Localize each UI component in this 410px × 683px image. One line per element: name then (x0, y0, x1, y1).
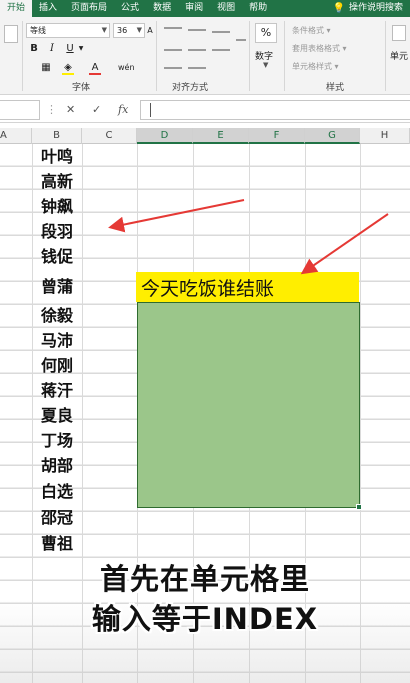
align-top-icon[interactable] (164, 27, 182, 29)
fill-color-icon[interactable]: ◈ (62, 61, 74, 75)
italic-button[interactable]: I (46, 42, 58, 56)
caption-line-1: 首先在单元格里 (99, 562, 310, 596)
name-cell[interactable]: 夏良 (32, 405, 82, 427)
align-bottom-icon[interactable] (212, 31, 230, 33)
tab-data[interactable]: 数据 (146, 0, 178, 17)
name-cell[interactable]: 何刚 (32, 355, 82, 377)
align-middle-icon[interactable] (188, 29, 206, 31)
align-right-icon[interactable] (212, 49, 230, 51)
cells-group-label[interactable]: 单元 (390, 49, 408, 62)
font-group-label: 字体 (72, 83, 91, 93)
column-header-row: A B C D E F G H (0, 128, 410, 144)
tab-help[interactable]: 帮助 (242, 0, 271, 17)
name-cell[interactable]: 钟飙 (32, 196, 82, 218)
column-header[interactable]: B (32, 128, 82, 144)
conditional-format-button[interactable]: 条件格式 ▾ (292, 25, 331, 36)
underline-button[interactable]: U (64, 42, 76, 56)
name-cell[interactable]: 蒋汗 (32, 380, 82, 402)
divider (385, 21, 386, 91)
name-cell[interactable]: 白选 (32, 481, 82, 503)
name-cell[interactable]: 曹祖 (32, 533, 82, 555)
font-size-combo[interactable]: 36 ▼ (113, 23, 145, 38)
text-caret (150, 103, 151, 117)
cancel-icon[interactable]: ✕ (66, 103, 75, 116)
name-cell[interactable]: 徐毅 (32, 305, 82, 327)
font-name-value: 等线 (30, 26, 46, 35)
format-as-table-button[interactable]: 套用表格格式 ▾ (292, 43, 347, 54)
lightbulb-icon[interactable]: 💡 (331, 3, 347, 14)
font-size-value: 36 (117, 26, 128, 35)
outdent-icon[interactable] (188, 67, 206, 69)
percent-icon[interactable]: % (255, 23, 277, 43)
name-box[interactable] (0, 100, 40, 120)
tab-formulas[interactable]: 公式 (114, 0, 146, 17)
cell-styles-button[interactable]: 单元格样式 ▾ (292, 61, 339, 72)
column-header[interactable]: E (193, 128, 249, 144)
caption-line-2: 输入等于INDEX (91, 602, 319, 636)
styles-group-label: 样式 (326, 83, 345, 93)
column-header[interactable]: G (305, 128, 360, 144)
tell-me-search[interactable]: 操作说明搜索 (347, 0, 410, 17)
ribbon-tab-bar: 开始 插入 页面布局 公式 数据 审阅 视图 帮助 💡 操作说明搜索 (0, 0, 410, 17)
name-cell[interactable]: 曾蒲 (32, 276, 82, 298)
font-name-combo[interactable]: 等线 ▼ (26, 23, 110, 38)
cells-icon[interactable] (392, 25, 406, 41)
tab-view[interactable]: 视图 (210, 0, 242, 17)
name-cell[interactable]: 邵冠 (32, 507, 82, 529)
underline-dropdown-icon[interactable]: ▼ (78, 42, 84, 56)
name-cell[interactable]: 马沛 (32, 330, 82, 352)
merge-icon[interactable] (236, 39, 246, 41)
chevron-down-icon: ▼ (101, 26, 107, 34)
border-icon[interactable]: ▦ (40, 61, 52, 75)
tab-review[interactable]: 审阅 (178, 0, 210, 17)
confirm-icon[interactable]: ✓ (92, 103, 101, 116)
ribbon-home: 等线 ▼ 36 ▼ A B I U ▼ ▦ ◈ A wén 字体 对齐方式 % … (0, 17, 410, 95)
chevron-down-icon: ▼ (136, 26, 142, 34)
font-color-button[interactable]: A (89, 61, 101, 75)
options-dots-icon: ⋮ (46, 103, 57, 116)
divider (284, 21, 285, 91)
column-header[interactable]: D (137, 128, 193, 144)
name-cell[interactable]: 叶鸣 (32, 146, 82, 168)
bold-button[interactable]: B (28, 42, 40, 56)
paste-icon[interactable] (4, 25, 18, 43)
name-cell[interactable]: 高新 (32, 171, 82, 193)
column-header[interactable]: H (360, 128, 410, 144)
chevron-down-icon[interactable]: ▼ (263, 61, 268, 69)
column-header[interactable]: F (249, 128, 305, 144)
grow-font-icon[interactable]: A (146, 24, 154, 38)
fill-handle[interactable] (356, 504, 362, 510)
selected-merged-cell[interactable] (137, 302, 360, 508)
indent-icon[interactable] (164, 67, 182, 69)
column-header[interactable]: C (82, 128, 137, 144)
tab-insert[interactable]: 插入 (32, 0, 64, 17)
header-cell-text: 今天吃饭谁结账 (141, 278, 275, 300)
name-cell[interactable]: 段羽 (32, 221, 82, 243)
tab-home[interactable]: 开始 (0, 0, 33, 17)
divider (156, 21, 157, 91)
phonetic-icon[interactable]: wén (118, 61, 135, 75)
divider (22, 21, 23, 91)
align-left-icon[interactable] (164, 49, 182, 51)
tab-page-layout[interactable]: 页面布局 (64, 0, 114, 17)
name-cell[interactable]: 丁场 (32, 430, 82, 452)
name-cell[interactable]: 钱促 (32, 246, 82, 268)
align-group-label: 对齐方式 (172, 83, 209, 93)
name-cell[interactable]: 胡部 (32, 455, 82, 477)
align-center-icon[interactable] (188, 49, 206, 51)
divider (249, 21, 250, 91)
formula-bar: ⋮ ✕ ✓ fx (0, 97, 410, 123)
column-header[interactable]: A (0, 128, 32, 144)
formula-input[interactable] (140, 100, 410, 120)
insert-function-icon[interactable]: fx (118, 103, 128, 116)
